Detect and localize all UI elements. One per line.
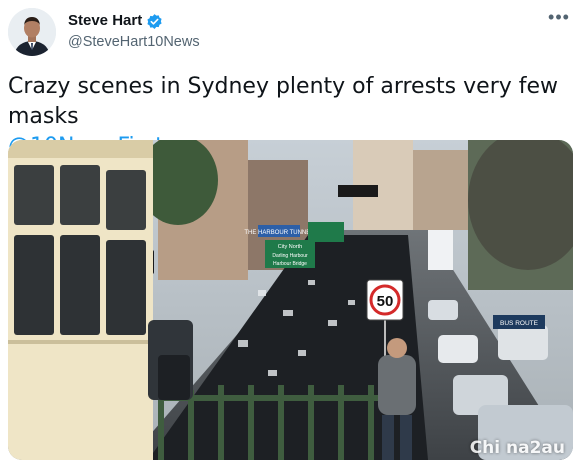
media-photo: THE HARBOUR TUNNEL City North Darling Ha… xyxy=(8,140,573,460)
more-options-icon[interactable]: ••• xyxy=(547,8,571,30)
road-sign-3: Darling Harbour xyxy=(272,253,308,259)
bus-route-sign: BUS ROUTE xyxy=(500,320,539,327)
road-sign-4: Harbour Bridge xyxy=(273,261,307,267)
author-name[interactable]: Steve Hart xyxy=(68,12,163,30)
road-sign-2: City North xyxy=(278,244,302,250)
speed-sign: 50 xyxy=(377,293,394,310)
tweet-body: Crazy scenes in Sydney plenty of arrests… xyxy=(8,74,559,129)
verified-badge-icon xyxy=(146,13,163,30)
road-sign-1: THE HARBOUR TUNNEL xyxy=(244,230,314,236)
avatar[interactable] xyxy=(8,8,56,56)
author-handle[interactable]: @SteveHart10News xyxy=(68,33,200,51)
tweet-header: Steve Hart @SteveHart10News ••• xyxy=(0,0,587,66)
watermark: Chi na2au xyxy=(469,438,565,458)
tweet-media[interactable]: THE HARBOUR TUNNEL City North Darling Ha… xyxy=(8,140,573,460)
author-name-text[interactable]: Steve Hart xyxy=(68,12,142,30)
